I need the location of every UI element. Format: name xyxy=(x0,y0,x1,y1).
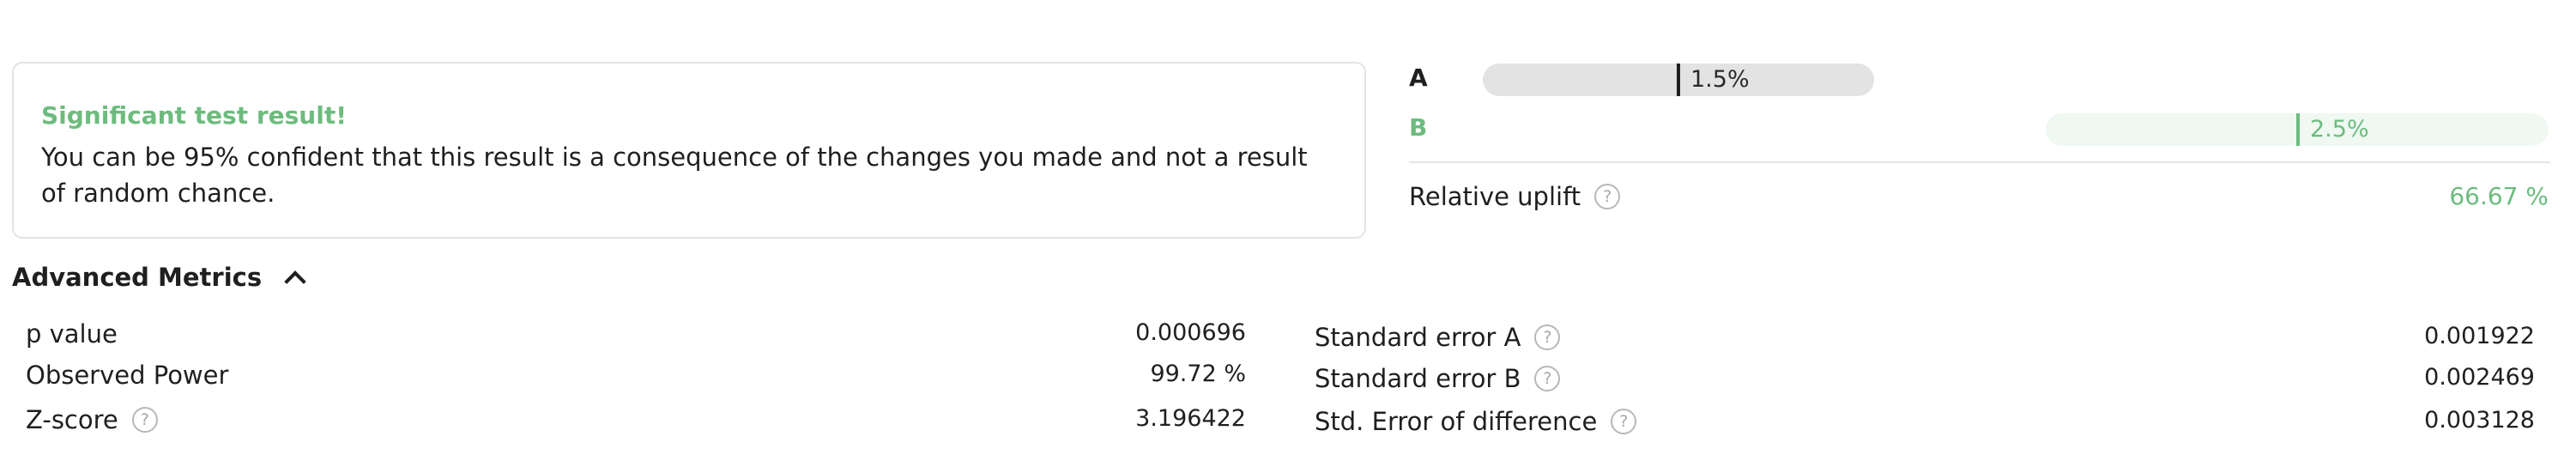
relative-uplift-label: Relative uplift xyxy=(1409,182,1581,211)
metric-value: 99.72 % xyxy=(1150,361,1246,387)
relative-uplift-row: Relative uplift? xyxy=(1409,182,1621,211)
help-icon[interactable]: ? xyxy=(1594,184,1621,209)
chevron-up-icon[interactable] xyxy=(284,270,306,293)
metric-row-standard-error-a: Standard error A? 0.001922 xyxy=(1315,323,2535,357)
metric-label-text: Standard error A xyxy=(1315,323,1521,352)
metric-label-with-help: Standard error B? xyxy=(1315,364,1561,393)
metric-value: 0.002469 xyxy=(2424,364,2535,391)
metric-row-p-value: p value 0.000696 xyxy=(26,319,1246,354)
relative-uplift-value: 66.67 % xyxy=(2449,182,2549,210)
variant-b-marker xyxy=(2296,113,2300,146)
variant-a-value: 1.5% xyxy=(1690,66,1750,93)
variant-a-marker xyxy=(1677,64,1680,96)
variant-a-bar: 1.5% xyxy=(1483,64,1874,96)
variant-b-bar: 2.5% xyxy=(2046,113,2549,146)
variant-b-label: B xyxy=(1409,113,1428,142)
metric-label-with-help: Z-score? xyxy=(26,405,158,434)
metric-row-z-score: Z-score? 3.196422 xyxy=(26,405,1246,440)
metric-label: p value xyxy=(26,319,118,349)
result-message: You can be 95% confident that this resul… xyxy=(41,143,1308,208)
help-icon[interactable]: ? xyxy=(1611,409,1637,434)
metric-label-with-help: Standard error A? xyxy=(1315,323,1561,352)
metric-value: 0.000696 xyxy=(1135,319,1246,346)
result-card: Significant test result! You can be 95% … xyxy=(12,62,1366,239)
advanced-metrics-toggle[interactable]: Advanced Metrics xyxy=(12,263,306,293)
variant-a-label: A xyxy=(1409,64,1428,92)
metric-row-standard-error-b: Standard error B? 0.002469 xyxy=(1315,364,2535,398)
help-icon[interactable]: ? xyxy=(1534,324,1561,350)
metric-row-observed-power: Observed Power 99.72 % xyxy=(26,361,1246,395)
metric-label-with-help: Std. Error of difference? xyxy=(1315,407,1637,436)
variant-b-value: 2.5% xyxy=(2310,116,2369,143)
metric-label-text: Std. Error of difference xyxy=(1315,407,1598,436)
metric-value: 0.001922 xyxy=(2424,323,2535,349)
advanced-metrics-title: Advanced Metrics xyxy=(12,263,263,292)
result-title: Significant test result! xyxy=(41,101,347,130)
metric-label: Observed Power xyxy=(26,361,229,390)
metric-value: 0.003128 xyxy=(2424,407,2535,434)
divider xyxy=(1409,161,2550,163)
metric-value: 3.196422 xyxy=(1135,405,1246,432)
help-icon[interactable]: ? xyxy=(131,407,158,433)
metric-label-text: Z-score xyxy=(26,405,118,434)
metric-label-text: Standard error B xyxy=(1315,364,1521,393)
help-icon[interactable]: ? xyxy=(1534,366,1561,391)
metric-row-std-error-difference: Std. Error of difference? 0.003128 xyxy=(1315,407,2535,441)
